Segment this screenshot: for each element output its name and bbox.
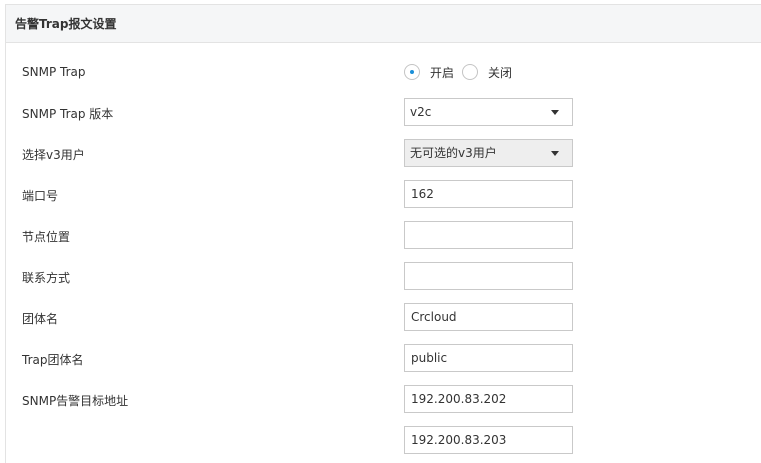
port-input[interactable] <box>404 180 573 208</box>
snmp-trap-label: SNMP Trap <box>22 65 86 79</box>
contact-label: 联系方式 <box>22 271 71 285</box>
target-address-row-2 <box>6 426 761 456</box>
target-address-input-2[interactable] <box>404 426 573 454</box>
target-address-row: SNMP告警目标地址 <box>6 385 761 415</box>
trap-community-row: Trap团体名 <box>6 344 761 374</box>
trap-version-select[interactable]: v2c <box>404 98 573 126</box>
radio-enable[interactable]: 开启 <box>404 64 454 81</box>
node-location-label: 节点位置 <box>22 230 71 244</box>
trap-community-input[interactable] <box>404 344 573 372</box>
v3-user-select[interactable]: 无可选的v3用户 <box>404 139 573 167</box>
node-location-row: 节点位置 <box>6 221 761 251</box>
trap-community-label: Trap团体名 <box>22 353 84 367</box>
trap-version-row: SNMP Trap 版本 v2c <box>6 98 761 128</box>
snmp-trap-row: SNMP Trap 开启 关闭 <box>6 58 761 88</box>
v3-user-value: 无可选的v3用户 <box>410 146 497 160</box>
radio-disable-label[interactable]: 关闭 <box>488 64 512 81</box>
target-address-input-1[interactable] <box>404 385 573 413</box>
panel-title: 告警Trap报文设置 <box>6 5 761 43</box>
chevron-down-icon <box>551 151 559 156</box>
port-row: 端口号 <box>6 180 761 210</box>
node-location-input[interactable] <box>404 221 573 249</box>
chevron-down-icon <box>551 110 559 115</box>
contact-row: 联系方式 <box>6 262 761 292</box>
community-input[interactable] <box>404 303 573 331</box>
community-label: 团体名 <box>22 312 59 326</box>
trap-settings-panel: 告警Trap报文设置 SNMP Trap 开启 关闭 SNMP Trap 版本 … <box>5 4 761 463</box>
radio-enable-button[interactable] <box>404 64 420 80</box>
contact-input[interactable] <box>404 262 573 290</box>
community-row: 团体名 <box>6 303 761 333</box>
target-address-label: SNMP告警目标地址 <box>22 394 129 408</box>
radio-disable-button[interactable] <box>462 64 479 80</box>
port-label: 端口号 <box>22 189 59 203</box>
radio-disable[interactable]: 关闭 <box>462 64 512 81</box>
snmp-trap-radio-group: 开启 关闭 <box>404 58 520 86</box>
trap-version-value: v2c <box>410 105 432 119</box>
trap-version-label: SNMP Trap 版本 <box>22 107 114 121</box>
radio-enable-label[interactable]: 开启 <box>430 64 454 81</box>
v3-user-label: 选择v3用户 <box>22 148 85 162</box>
v3-user-row: 选择v3用户 无可选的v3用户 <box>6 139 761 169</box>
